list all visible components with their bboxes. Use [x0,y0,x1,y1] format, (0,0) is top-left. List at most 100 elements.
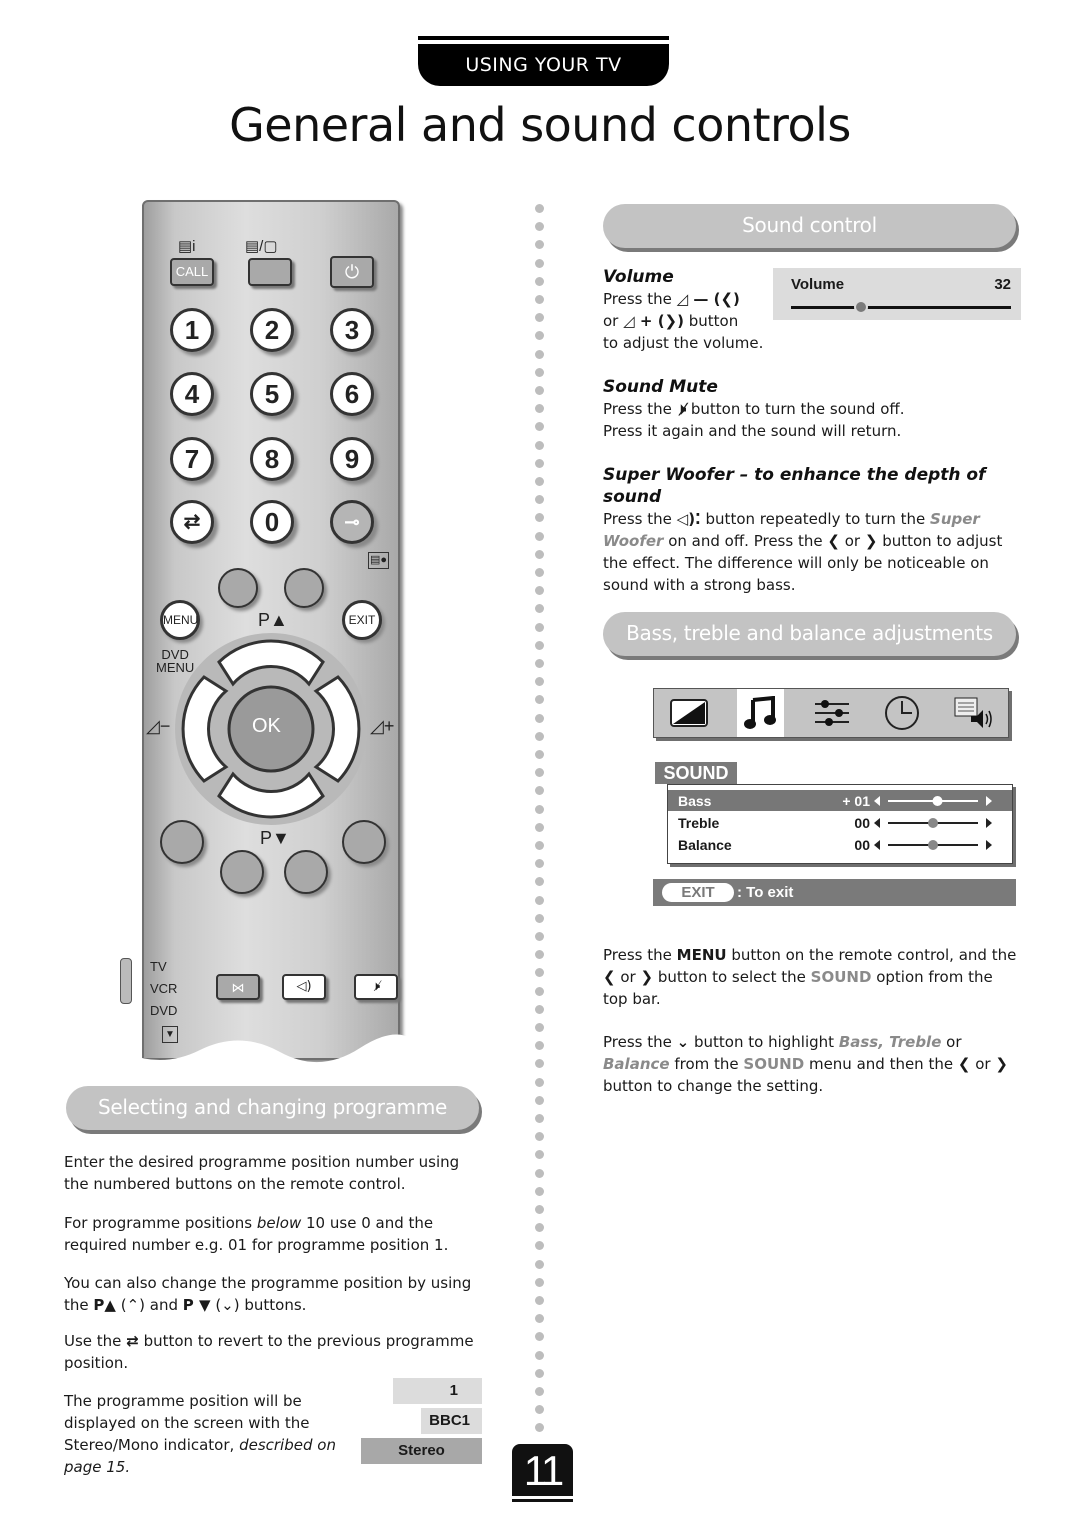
divider-dot [535,822,544,832]
text: button to turn the sound off. [690,400,905,418]
menu-keyword: MENU [676,946,727,964]
bass-slider [874,796,992,806]
row-value: + 01 [842,793,870,809]
divider-dot [535,1077,544,1087]
programme-para-5: The programme position will be displayed… [64,1390,374,1478]
divider-dot [535,895,544,905]
divider-dot [535,768,544,778]
row-value: 00 [854,815,870,831]
divider-dot [535,258,544,268]
digit-5-button: 5 [250,372,294,416]
picture-mode-icon: ▤● [368,552,390,569]
feature-icon [796,689,867,737]
woofer-text: Press the ◁)⁚ button repeatedly to turn … [603,508,1018,596]
text-tv-icon: ▤/▢ [245,238,278,255]
programme-section-heading: Selecting and changing programme positio… [66,1086,479,1161]
divider-dot [535,750,544,759]
mute-title: Sound Mute [603,377,718,397]
divider-dot [535,677,544,687]
sound-keyword: SOUND [743,1055,805,1073]
bass-treble-keyword: Bass, Treble [838,1033,942,1051]
divider-dot [535,950,544,960]
super-woofer-icon: ◁)⁚ [676,510,701,528]
divider-dot [535,695,544,705]
page-title: General and sound controls [229,98,851,152]
divider-dot [535,1296,544,1305]
down-arrow-icon: ⌄ [676,1033,690,1051]
woofer-block: Super Woofer – to enhance the depth of s… [603,464,1018,596]
balance-slider [874,840,992,850]
text: or [975,1055,991,1073]
sound-icon [736,689,785,737]
mute-line-1: Press the 🕨̸ button to turn the sound of… [603,398,1023,420]
divider-dot [535,1095,544,1105]
digit-9-button: 9 [330,437,374,481]
page-number-underline [512,1499,573,1502]
digit-0-button: 0 [250,500,294,544]
divider-dot [535,1023,544,1032]
divider-dot [535,1223,544,1233]
digit-1-button: 1 [170,308,214,352]
divider-dot [535,586,544,596]
slider-right-arrow [986,840,992,850]
divider-dot [535,1314,544,1324]
text: (⌄) buttons. [215,1296,307,1314]
widescreen-button [284,568,324,608]
divider-dot [535,331,544,341]
divider-dot [535,404,544,414]
bass-treble-heading: Bass, treble and balance adjustments [603,612,1016,656]
recall-icon: ⇄ [126,1332,139,1350]
mute-block: Sound Mute Press the 🕨̸ button to turn t… [603,376,1023,442]
row-label: Balance [678,837,732,853]
divider-dot [535,1241,544,1251]
source-dvd-label: DVD [150,1003,178,1018]
programme-position-display: 1 [393,1378,482,1404]
treble-slider [874,818,992,828]
text: Press the [603,510,672,528]
text: from the [674,1055,739,1073]
divider-dot [535,968,544,978]
text: button repeatedly to turn the [705,510,926,528]
text: Press the [603,290,672,308]
volume-osd-label: Volume [791,276,845,293]
green-button [220,850,264,894]
text: button to highlight [694,1033,835,1051]
divider-dot [535,477,544,486]
divider-dot [535,1186,544,1196]
text-info-icon: ▤i [178,238,196,255]
row-label: Treble [678,815,720,831]
divider-dot [535,1150,544,1160]
divider-dot [535,1350,544,1360]
call-button: CALL [170,258,214,286]
divider-dot [535,422,544,432]
programme-para-2: For programme positions below 10 use 0 a… [64,1212,484,1256]
yellow-button [284,850,328,894]
divider-dot [535,1059,544,1069]
divider-dot [535,1405,544,1415]
divider-dot [535,495,544,505]
sound-control-heading: Sound control [603,204,1016,248]
divider-dot [535,731,544,741]
ok-label: OK [252,715,281,737]
divider-dot [535,367,544,377]
audio-mode-display: Stereo [361,1438,482,1464]
slider-knob [932,796,943,806]
balance-keyword: Balance [603,1055,670,1073]
divider-dot [535,240,544,250]
text: menu and then the [808,1055,954,1073]
right-arrow-icon: ❯ [995,1055,1008,1073]
volume-line-3: to adjust the volume. [603,334,764,352]
volume-slider-track [791,306,1011,309]
right-arrow-icon: ❯ [640,968,654,986]
column-divider [535,204,547,1434]
section-tab: USING YOUR TV [418,36,669,86]
slider-left-arrow [874,796,880,806]
text: or [620,968,636,986]
text-button [248,258,292,286]
divider-dot [535,1205,544,1214]
programme-para-1: Enter the desired programme position num… [64,1153,460,1193]
digit-7-button: 7 [170,437,214,481]
woofer-title: Super Woofer – to enhance the depth of s… [603,465,986,507]
mute-icon: 🕨̸ [354,974,398,1000]
slider-left-arrow [874,840,880,850]
